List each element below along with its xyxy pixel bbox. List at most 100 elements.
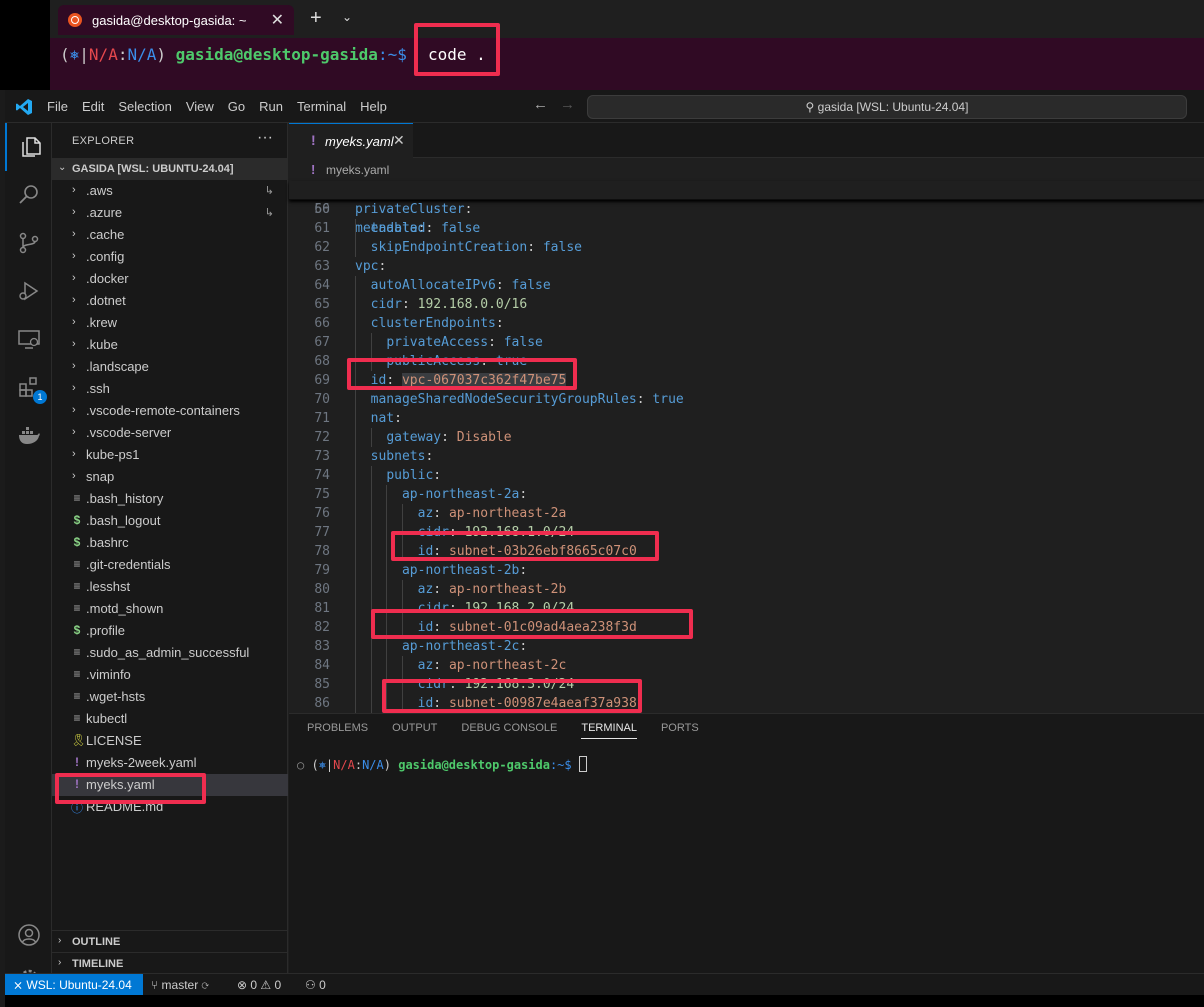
code-line: 71 nat: <box>289 409 1204 428</box>
indent-guide <box>355 694 356 713</box>
more-actions-icon[interactable]: ··· <box>257 129 273 147</box>
tab-terminal[interactable]: TERMINAL <box>581 722 637 739</box>
remote-indicator[interactable]: ⨯ WSL: Ubuntu-24.04 <box>5 974 143 996</box>
vscode-logo-icon <box>16 99 32 115</box>
tab-myeks-yaml[interactable]: ! myeks.yaml ✕ <box>289 123 413 159</box>
run-debug-icon <box>19 281 39 301</box>
tree-folder[interactable]: › .docker <box>52 268 288 290</box>
git-branch-status[interactable]: ⑂ master ⟳ <box>151 978 209 992</box>
source-control-activity-button[interactable] <box>5 219 52 267</box>
chevron-down-icon: ⌄ <box>58 162 67 173</box>
close-icon[interactable]: ✕ <box>393 132 405 149</box>
terminal-body[interactable]: (⎈|N/A:N/A) gasida@desktop-gasida:~$ cod… <box>50 38 1204 90</box>
line-number: 64 <box>314 278 330 293</box>
new-tab-button[interactable]: + <box>310 8 322 28</box>
breadcrumb-file[interactable]: myeks.yaml <box>326 163 389 177</box>
menu-view[interactable]: View <box>186 99 214 114</box>
workspace-root-folder[interactable]: ⌄ GASIDA [WSL: UBUNTU-24.04] <box>52 158 288 180</box>
tree-folder[interactable]: › snap <box>52 466 288 488</box>
command-center-search[interactable]: ⚲ gasida [WSL: Ubuntu-24.04] <box>587 95 1187 119</box>
chevron-down-icon[interactable]: ⌄ <box>342 10 352 24</box>
tree-file[interactable]: $ .bash_logout <box>52 510 288 532</box>
sticky-scroll-line[interactable]: 56 metadata: <box>289 181 1204 236</box>
tree-folder[interactable]: › .vscode-remote-containers <box>52 400 288 422</box>
tree-folder[interactable]: › .vscode-server <box>52 422 288 444</box>
explorer-activity-button[interactable] <box>5 123 52 171</box>
tab-debug-console[interactable]: DEBUG CONSOLE <box>461 722 557 739</box>
tree-item-label: .viminfo <box>86 667 131 682</box>
code-line: 80 az: ap-northeast-2b <box>289 580 1204 599</box>
tree-folder[interactable]: › .ssh <box>52 378 288 400</box>
indent-guide <box>355 675 356 694</box>
indent-guide <box>355 276 356 295</box>
arrow-left-icon[interactable]: ← <box>533 96 548 113</box>
tree-folder[interactable]: › .kube <box>52 334 288 356</box>
tree-folder[interactable]: › .landscape <box>52 356 288 378</box>
license-file-icon: 🎗 <box>71 733 87 747</box>
tree-file[interactable]: ! myeks-2week.yaml <box>52 752 288 774</box>
outline-section[interactable]: › OUTLINE <box>52 930 288 952</box>
tree-file[interactable]: $ .bashrc <box>52 532 288 554</box>
tree-file[interactable]: ≡ .lesshst <box>52 576 288 598</box>
menu-edit[interactable]: Edit <box>82 99 104 114</box>
problems-status[interactable]: ⊗ 0 ⚠ 0 <box>237 978 281 992</box>
timeline-section[interactable]: › TIMELINE <box>52 952 288 974</box>
integrated-terminal-prompt[interactable]: ○ (⎈|N/A:N/A) gasida@desktop-gasida:~$ <box>297 756 587 772</box>
tree-file[interactable]: ≡ .sudo_as_admin_successful <box>52 642 288 664</box>
ports-status[interactable]: ⚇ 0 <box>305 978 326 992</box>
command-center-label: gasida [WSL: Ubuntu-24.04] <box>817 100 969 114</box>
tree-folder[interactable]: › .aws ↳ <box>52 180 288 202</box>
error-icon: ⊗ <box>237 978 251 992</box>
lines-file-icon: ≡ <box>73 579 81 593</box>
tree-folder[interactable]: › kube-ps1 <box>52 444 288 466</box>
tree-item-label: .sudo_as_admin_successful <box>86 645 250 660</box>
menu-run[interactable]: Run <box>259 99 283 114</box>
docker-activity-button[interactable] <box>5 411 52 459</box>
highlight-subnet-2a-id <box>391 531 659 561</box>
arrow-right-icon[interactable]: → <box>560 96 575 113</box>
highlight-myeks-yaml-file <box>55 773 206 804</box>
line-number: 82 <box>314 620 330 635</box>
lines-file-icon: ≡ <box>73 491 81 505</box>
tree-file[interactable]: ≡ .bash_history <box>52 488 288 510</box>
indent-guide <box>355 580 356 599</box>
menu-selection[interactable]: Selection <box>118 99 171 114</box>
tree-file[interactable]: ≡ .viminfo <box>52 664 288 686</box>
tab-output[interactable]: OUTPUT <box>392 722 437 739</box>
highlight-vpc-id <box>347 358 577 390</box>
terminal-tab[interactable]: gasida@desktop-gasida: ~ ✕ <box>58 5 294 35</box>
menu-go[interactable]: Go <box>228 99 245 114</box>
remote-explorer-activity-button[interactable] <box>5 315 52 363</box>
tree-file[interactable]: ≡ .motd_shown <box>52 598 288 620</box>
tree-file[interactable]: ≡ kubectl <box>52 708 288 730</box>
tab-ports[interactable]: PORTS <box>661 722 699 739</box>
tab-problems[interactable]: PROBLEMS <box>307 722 368 739</box>
indent-guide <box>386 561 388 580</box>
indent-guide <box>370 333 372 352</box>
chevron-right-icon: › <box>72 228 76 240</box>
shell-file-icon: $ <box>73 535 81 549</box>
tree-folder[interactable]: › .dotnet <box>52 290 288 312</box>
menu-help[interactable]: Help <box>360 99 387 114</box>
accounts-activity-button[interactable] <box>5 911 52 959</box>
menu-file[interactable]: File <box>47 99 68 114</box>
tree-folder[interactable]: › .cache <box>52 224 288 246</box>
tree-item-label: .git-credentials <box>86 557 171 572</box>
extensions-activity-button[interactable]: 1 <box>5 363 52 411</box>
tree-folder[interactable]: › .krew <box>52 312 288 334</box>
indent-guide <box>386 523 388 542</box>
run-debug-activity-button[interactable] <box>5 267 52 315</box>
code-line: 84 az: ap-northeast-2c <box>289 656 1204 675</box>
tree-item-label: kube-ps1 <box>86 447 140 462</box>
line-number: 67 <box>314 335 330 350</box>
tree-file[interactable]: ≡ .wget-hsts <box>52 686 288 708</box>
tree-file[interactable]: ≡ .git-credentials <box>52 554 288 576</box>
tree-folder[interactable]: › .config <box>52 246 288 268</box>
tree-file[interactable]: $ .profile <box>52 620 288 642</box>
tree-file[interactable]: 🎗 LICENSE <box>52 730 288 752</box>
menu-terminal[interactable]: Terminal <box>297 99 346 114</box>
tree-folder[interactable]: › .azure ↳ <box>52 202 288 224</box>
close-icon[interactable]: ✕ <box>271 10 284 30</box>
search-activity-button[interactable] <box>5 171 52 219</box>
code-line: 64 autoAllocateIPv6: false <box>289 276 1204 295</box>
